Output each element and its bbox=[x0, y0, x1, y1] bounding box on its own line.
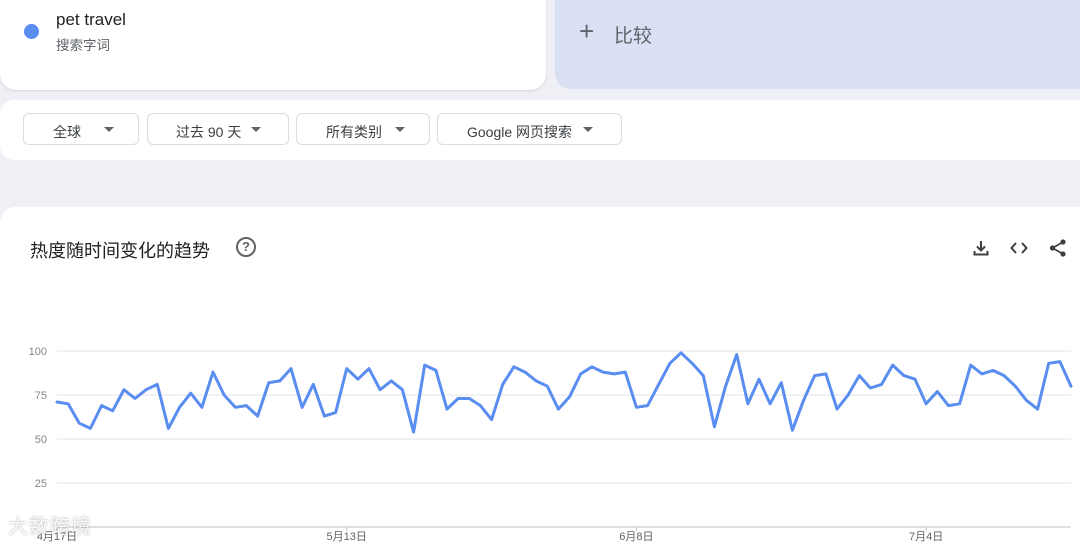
series-line-pet-travel[interactable] bbox=[55, 351, 1073, 434]
y-tick-label: 75 bbox=[35, 390, 47, 402]
x-tick-label: 7月4日 bbox=[909, 531, 943, 543]
y-tick-label: 100 bbox=[29, 346, 47, 358]
y-tick-label: 25 bbox=[35, 478, 47, 490]
x-tick-label: 5月13日 bbox=[327, 531, 367, 543]
watermark-text: 大数跨境 bbox=[8, 516, 92, 538]
interest-line-chart: 1007550254月17日 5月13日 6月8日 7月4日 bbox=[29, 346, 1073, 543]
trends-page: pet travel 搜索字词 + 比较 全球 过去 90 天 所有类别 Goo… bbox=[0, 0, 1080, 545]
x-tick-label: 6月8日 bbox=[619, 531, 653, 543]
y-tick-label: 50 bbox=[35, 434, 47, 446]
